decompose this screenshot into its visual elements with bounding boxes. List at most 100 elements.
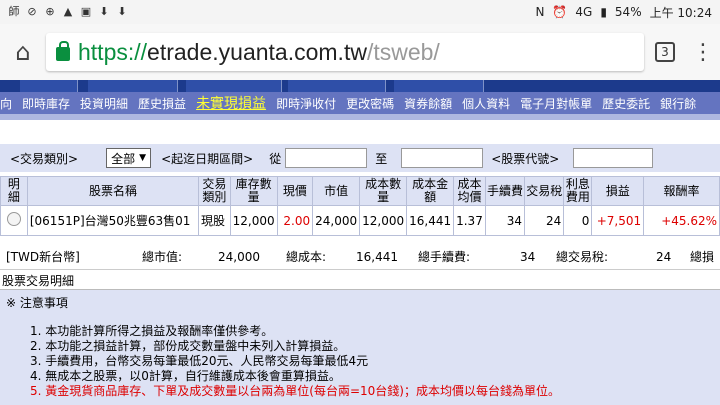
note-item: 5. 黃金現貨商品庫存、下單及成交數量以台兩為單位(每台兩=10台錢)；成本均價… — [30, 384, 560, 398]
trade-type-label: <交易類別> — [10, 151, 79, 166]
menu-item-unrealized-pnl[interactable]: 未實現損益 — [191, 93, 271, 113]
tab-switcher-button[interactable]: 3 — [644, 42, 686, 62]
col-header-trade-type: 交易類別 — [198, 176, 231, 206]
header-tab[interactable] — [186, 80, 282, 92]
stock-code-label: <股票代號> — [491, 151, 560, 166]
row-select-radio[interactable] — [0, 205, 28, 236]
cell-fee: 34 — [484, 205, 526, 236]
image-icon: ▣ — [80, 5, 92, 18]
col-header-avg-cost: 成本均價 — [453, 176, 486, 206]
tab-count: 3 — [655, 42, 675, 62]
clock: 上午 10:24 — [649, 5, 712, 20]
cell-price: 2.00 — [276, 205, 314, 236]
download-icon: ⬇ — [117, 5, 127, 18]
status-bar: 師 ⊘ ⊕ ▲ ▣ ⬇ ⬇ N ⏰ 4G ▮ 54% 上午 10:24 — [0, 0, 720, 24]
dropdown-arrow-icon: ▼ — [139, 153, 147, 163]
col-header-return-rate: 報酬率 — [643, 176, 720, 206]
battery-icon: ▮ — [600, 5, 607, 19]
menu-item-bank-balance[interactable]: 銀行餘 — [655, 95, 701, 112]
notes-title: ※ 注意事項 — [6, 296, 68, 310]
menu-item-history-pnl[interactable]: 歷史損益 — [133, 95, 191, 112]
note-item: 2. 本功能之損益計算，部份成交數量盤中未列入計算損益。 — [30, 339, 346, 353]
menu-divider — [0, 114, 720, 120]
blocked-icon: ⊘ — [27, 5, 37, 18]
notes-list: 1. 本功能計算所得之損益及報酬率僅供參考。 2. 本功能之損益計算，部份成交數… — [30, 324, 560, 399]
summary-market-value: 24,000 — [218, 249, 260, 264]
summary-market-value-label: 總市值: — [142, 250, 183, 264]
cell-trade-type: 現股 — [198, 205, 231, 236]
summary-tax-label: 總交易稅: — [556, 250, 609, 264]
stock-code-input[interactable] — [573, 148, 654, 168]
menu-item-realtime-net-settlement[interactable]: 即時淨收付 — [271, 95, 341, 112]
menu-item-investment-detail[interactable]: 投資明細 — [75, 95, 133, 112]
warning-icon: ▲ — [63, 5, 73, 18]
start-date-input[interactable] — [285, 148, 368, 168]
menu-item-personal-info[interactable]: 個人資料 — [457, 95, 515, 112]
date-range-label: <起迄日期區間> — [161, 151, 254, 166]
url-path: /tsweb/ — [366, 38, 440, 65]
summary-row: [TWD新台幣] 總市值: 24,000 總成本: 16,441 總手續費: 3… — [0, 244, 720, 270]
cell-tax: 24 — [524, 205, 565, 236]
menu-item-margin-balance[interactable]: 資券餘額 — [399, 95, 457, 112]
notes-panel: ※ 注意事項 1. 本功能計算所得之損益及報酬率僅供參考。 2. 本功能之損益計… — [0, 290, 720, 405]
col-header-inventory: 庫存數量 — [229, 176, 278, 206]
col-header-fee: 手續費 — [484, 176, 526, 206]
home-icon[interactable]: ⌂ — [0, 38, 46, 66]
function-menu: 向 即時庫存 投資明細 歷史損益 未實現損益 即時淨收付 更改密碼 資券餘額 個… — [0, 92, 720, 114]
lock-icon — [56, 41, 70, 61]
summary-fee-label: 總手續費: — [418, 250, 471, 264]
summary-tax: 24 — [656, 249, 672, 264]
header-tab[interactable] — [88, 80, 178, 92]
menu-item-realtime-inventory[interactable]: 即時庫存 — [17, 95, 75, 112]
cell-avg-cost: 1.37 — [453, 205, 486, 236]
download-icon: ⬇ — [99, 5, 109, 18]
col-header-cost-qty: 成本數量 — [359, 176, 408, 206]
from-label: 從 — [269, 151, 282, 166]
col-header-cost-amount: 成本金額 — [406, 176, 455, 206]
app-notification-icon: 師 — [8, 5, 20, 18]
col-header-price: 現價 — [276, 176, 314, 206]
address-bar[interactable]: https://etrade.yuanta.com.tw/tsweb/ — [46, 33, 644, 71]
summary-cost-label: 總成本: — [286, 250, 327, 264]
url-host: etrade.yuanta.com.tw — [147, 38, 367, 65]
col-header-detail: 明細 — [0, 176, 28, 206]
trade-type-select[interactable]: 全部 ▼ — [106, 148, 152, 168]
cell-interest: 0 — [563, 205, 593, 236]
alarm-icon: ⏰ — [552, 5, 568, 19]
end-date-input[interactable] — [401, 148, 484, 168]
table-row: [06151P]台灣50兆豐63售01 現股 12,000 2.00 24,00… — [0, 205, 720, 236]
more-menu-icon[interactable]: ⋮ — [686, 40, 720, 65]
col-header-stock-name: 股票名稱 — [26, 176, 200, 206]
notification-icons: 師 ⊘ ⊕ ▲ ▣ ⬇ ⬇ — [8, 6, 128, 18]
to-label: 至 — [375, 151, 388, 166]
menu-item-e-statement[interactable]: 電子月對帳單 — [515, 95, 597, 112]
system-icons: N ⏰ 4G ▮ 54% 上午 10:24 — [535, 4, 712, 21]
globe-icon: ⊕ — [45, 5, 55, 18]
summary-currency: [TWD新台幣] — [6, 250, 80, 264]
cell-market-value: 24,000 — [312, 205, 361, 236]
menu-item-order-history[interactable]: 歷史委託 — [597, 95, 655, 112]
browser-toolbar: ⌂ https://etrade.yuanta.com.tw/tsweb/ 3 … — [0, 24, 720, 80]
filter-bar: <交易類別> 全部 ▼ <起迄日期區間> 從 至 <股票代號> — [0, 144, 720, 172]
signal-icon: 4G — [575, 5, 593, 19]
header-tab[interactable] — [394, 80, 484, 92]
header-tab[interactable] — [288, 80, 386, 92]
cell-inventory: 12,000 — [229, 205, 278, 236]
trade-type-value: 全部 — [111, 151, 136, 166]
note-item: 4. 無成本之股票，以0計算，自行維護成本後會重算損益。 — [30, 369, 341, 383]
section-title: 股票交易明細 — [0, 272, 720, 290]
col-header-tax: 交易稅 — [524, 176, 565, 206]
battery-level: 54% — [614, 5, 642, 19]
nfc-icon: N — [535, 5, 545, 19]
cell-cost-qty: 12,000 — [359, 205, 408, 236]
header-tab[interactable] — [20, 80, 78, 92]
radio-button[interactable] — [6, 212, 21, 226]
cell-cost-amount: 16,441 — [406, 205, 455, 236]
url-scheme: https:// — [78, 38, 148, 65]
cell-return-rate: +45.62% — [643, 205, 720, 236]
col-header-pnl: 損益 — [591, 176, 645, 206]
menu-item-change-password[interactable]: 更改密碼 — [341, 95, 399, 112]
menu-item-prev[interactable]: 向 — [0, 95, 17, 112]
summary-fee: 34 — [520, 249, 536, 264]
note-item: 1. 本功能計算所得之損益及報酬率僅供參考。 — [30, 324, 274, 338]
